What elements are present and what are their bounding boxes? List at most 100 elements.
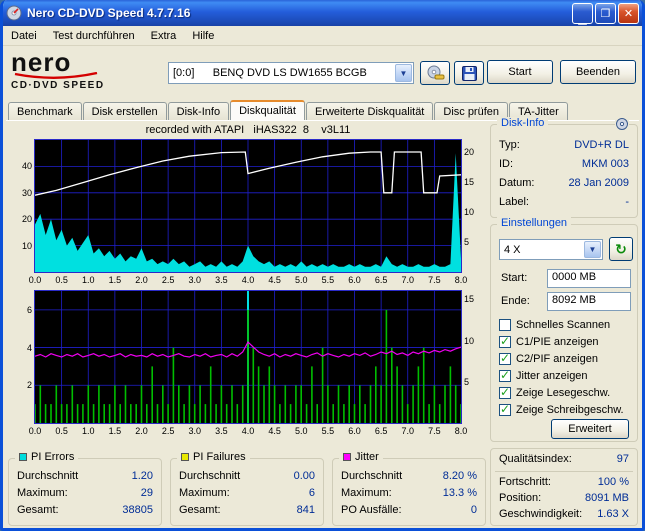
disk-info-details-icon[interactable] — [615, 117, 629, 131]
tab-benchmark[interactable]: Benchmark — [8, 102, 82, 121]
checkbox-lesegeschw[interactable]: Zeige Lesegeschw. — [499, 385, 610, 400]
quality-index-value: 97 — [616, 453, 629, 465]
pif-chart-x-axis: 0.0 0.5 1.0 1.5 2.0 2.5 3.0 3.5 4.0 4.5 5.0 5.5 6.0 6… — [28, 426, 468, 436]
checkbox-label: C2/PIF anzeigen — [516, 352, 598, 365]
pie-chart-plot — [34, 139, 462, 273]
speed-select-value: 4 X — [504, 243, 521, 256]
nero-logo-swoosh — [14, 72, 98, 79]
disk-info-group: Disk-Info Typ: DVD+R DL ID: MKM 003 Datu… — [490, 117, 638, 218]
stat-label: Maximum: — [17, 487, 68, 499]
menu-hilfe[interactable]: Hilfe — [184, 28, 222, 44]
label-value: - — [625, 196, 629, 208]
stat-value: 13.3 % — [442, 487, 477, 499]
pie-chart-x-axis: 0.0 0.5 1.0 1.5 2.0 2.5 3.0 3.5 4.0 4.5 5.0 5.5 6.0 6… — [28, 275, 468, 285]
start-input[interactable]: 0000 MB — [547, 269, 631, 288]
close-button[interactable]: ✕ — [618, 2, 639, 24]
start-button[interactable]: Start — [487, 60, 553, 84]
checkbox-label: C1/PIE anzeigen — [516, 335, 599, 348]
menu-test-durchfuehren[interactable]: Test durchführen — [45, 28, 143, 44]
client-area: Datei Test durchführen Extra Hilfe nero … — [3, 26, 642, 528]
stat-label: Maximum: — [341, 487, 392, 499]
pi-failures-group: PI Failures Durchschnitt 0.00 Maximum: 6 G… — [170, 451, 324, 526]
beenden-button[interactable]: Beenden — [560, 60, 636, 84]
pie-chart-left-axis: 40 30 20 10 — [21, 161, 32, 251]
pi-errors-title: PI Errors — [31, 451, 75, 463]
refresh-icon: ↻ — [615, 240, 627, 257]
checkbox-c2-pif[interactable]: C2/PIF anzeigen — [499, 351, 598, 366]
disc-hand-icon — [427, 65, 445, 80]
pi-failures-title: PI Failures — [193, 451, 246, 463]
checkbox-schnelles-scannen[interactable]: Schnelles Scannen — [499, 317, 610, 332]
fortschritt-label: Fortschritt: — [499, 476, 551, 488]
ende-input[interactable]: 8092 MB — [547, 292, 631, 311]
position-value: 8091 MB — [584, 492, 629, 504]
checkbox-box[interactable] — [499, 402, 511, 416]
disk-info-row: Label: - — [499, 196, 629, 211]
checkbox-box[interactable] — [499, 318, 511, 331]
checkbox-box[interactable] — [499, 385, 511, 399]
stat-value: 1.20 — [131, 470, 153, 482]
speed-select[interactable]: 4 X ▼ — [499, 239, 603, 260]
stat-label: Gesamt: — [179, 504, 221, 516]
menu-bar: Datei Test durchführen Extra Hilfe — [3, 26, 642, 46]
progress-row: Fortschritt: 100 % — [499, 476, 629, 491]
jitter-title: Jitter — [355, 451, 379, 463]
pi-errors-group: PI Errors Durchschnitt 1.20 Maximum: 29 Ge… — [8, 451, 162, 526]
stat-value: 8.20 % — [442, 470, 477, 482]
id-label: ID: — [499, 158, 514, 170]
datum-label: Datum: — [499, 177, 535, 189]
stat-value: 0.00 — [293, 470, 315, 482]
tab-disk-info[interactable]: Disk-Info — [167, 102, 230, 121]
progress-row: Geschwindigkeit: 1.63 X — [499, 508, 629, 523]
pif-chart-left-axis: 642 — [26, 304, 32, 391]
geschwindigkeit-label: Geschwindigkeit: — [499, 508, 583, 520]
stat-value: 841 — [296, 504, 315, 516]
window-title: Nero CD-DVD Speed 4.7.7.16 — [27, 6, 191, 20]
tab-diskqualitaet[interactable]: Diskqualität — [230, 100, 305, 121]
eject-disc-button[interactable] — [420, 61, 450, 85]
nero-logo-text: nero — [11, 47, 72, 77]
tab-erweiterte-diskqualitaet[interactable]: Erweiterte Diskqualität — [305, 102, 434, 121]
stat-label: Maximum: — [179, 487, 230, 499]
title-bar[interactable]: Nero CD-DVD Speed 4.7.7.16 ▁ ❐ ✕ — [3, 0, 642, 26]
chevron-down-icon[interactable]: ▼ — [584, 241, 601, 258]
typ-value: DVD+R DL — [574, 139, 629, 151]
disk-info-title: Disk-Info — [497, 117, 549, 129]
pif-chart-plot — [34, 290, 462, 424]
checkbox-schreibgeschw[interactable]: Zeige Schreibgeschw. — [499, 402, 624, 417]
typ-label: Typ: — [499, 139, 520, 151]
checkbox-jitter[interactable]: Jitter anzeigen — [499, 368, 588, 383]
id-value: MKM 003 — [581, 158, 629, 170]
maximize-button[interactable]: ❐ — [595, 2, 616, 24]
einstellungen-group: Einstellungen 4 X ▼ ↻ Start: 0000 MB End… — [490, 217, 638, 442]
pie-legend-icon — [19, 453, 27, 461]
jitter-legend-icon — [343, 453, 351, 461]
stat-value: 6 — [308, 487, 315, 499]
checkbox-box[interactable] — [499, 351, 511, 365]
checkbox-box[interactable] — [499, 368, 511, 382]
jitter-group: Jitter Durchschnitt 8.20 % Maximum: 13.3 %… — [332, 451, 486, 526]
refresh-speed-button[interactable]: ↻ — [609, 237, 633, 261]
stat-value: 0 — [470, 504, 477, 516]
checkbox-box[interactable] — [499, 334, 511, 348]
quality-index-row: Qualitätsindex: 97 — [499, 453, 629, 468]
drive-select-value: [0:0] BENQ DVD LS DW1655 BCGB — [173, 67, 367, 79]
tab-disk-erstellen[interactable]: Disk erstellen — [82, 102, 167, 121]
stat-label: Durchschnitt — [179, 470, 241, 482]
menu-datei[interactable]: Datei — [3, 28, 45, 44]
drive-select[interactable]: [0:0] BENQ DVD LS DW1655 BCGB ▼ — [168, 62, 414, 84]
save-button[interactable] — [454, 61, 484, 85]
menu-extra[interactable]: Extra — [143, 28, 185, 44]
pie-chart: 40 30 20 10 20 15 10 5 — [8, 139, 486, 273]
minimize-button[interactable]: ▁ — [572, 2, 593, 24]
checkbox-c1-pie[interactable]: C1/PIE anzeigen — [499, 334, 599, 349]
divider — [495, 471, 633, 472]
checkbox-label: Zeige Schreibgeschw. — [516, 403, 624, 416]
stat-label: Durchschnitt — [341, 470, 403, 482]
erweitert-button[interactable]: Erweitert — [551, 419, 629, 439]
stat-label: Durchschnitt — [17, 470, 79, 482]
quality-index-label: Qualitätsindex: — [499, 453, 572, 465]
geschwindigkeit-value: 1.63 X — [597, 508, 629, 520]
disk-info-row: Typ: DVD+R DL — [499, 139, 629, 154]
chevron-down-icon[interactable]: ▼ — [395, 64, 412, 82]
